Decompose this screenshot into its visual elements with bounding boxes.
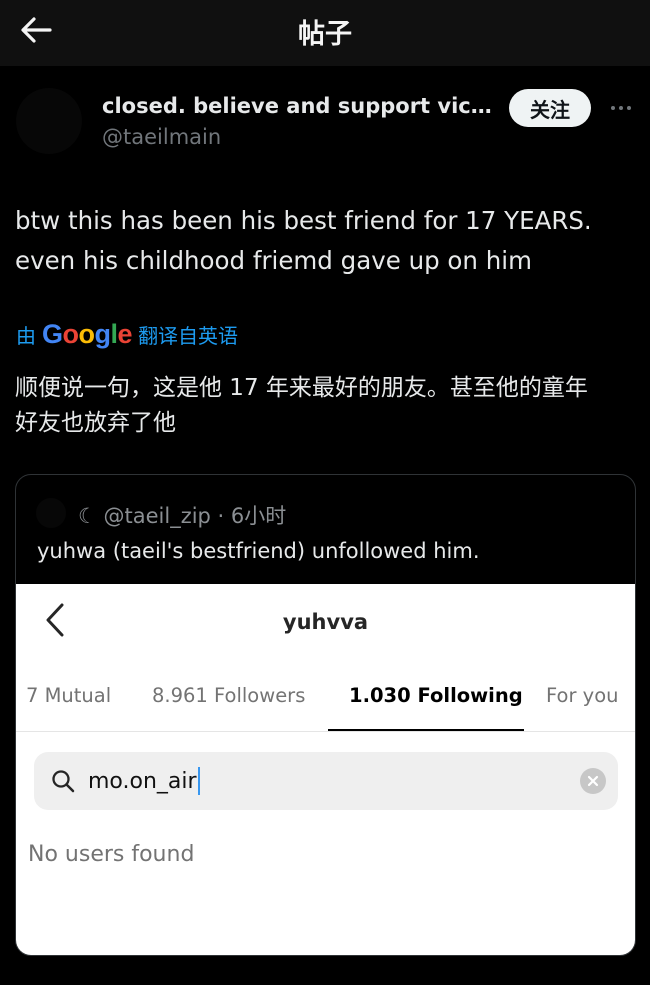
- translation-attribution[interactable]: 由 Google 翻译自英语: [16, 318, 238, 350]
- ig-tab-followers: 8.961 Followers: [152, 684, 306, 707]
- translated-text-line: 好友也放弃了他: [15, 410, 176, 436]
- translated-text-line: 顺便说一句，这是他 17 年来最好的朋友。甚至他的童年: [15, 375, 588, 401]
- text-caret: [197, 767, 200, 795]
- ig-tab-mutual: 7 Mutual: [26, 684, 112, 707]
- author-handle[interactable]: @taeilmain: [102, 125, 221, 149]
- quoted-avatar: [36, 498, 66, 528]
- x-icon: [587, 775, 599, 787]
- ig-tab-divider: [16, 731, 635, 732]
- ig-search-input: mo.on_air: [86, 759, 550, 803]
- translate-prefix: 由: [16, 323, 36, 348]
- page-title: 帖子: [298, 19, 352, 50]
- quoted-post-meta: ☾ @taeil_zip · 6小时: [78, 504, 287, 528]
- top-bar: 帖子: [0, 0, 650, 66]
- google-logo: Google: [42, 318, 133, 349]
- ig-username: yuhvva: [282, 610, 369, 634]
- ig-tab-for-you: For you: [546, 684, 619, 707]
- quoted-post-card[interactable]: ☾ @taeil_zip · 6小时 yuhwa (taeil's bestfr…: [15, 474, 636, 956]
- attached-image[interactable]: yuhvva 7 Mutual 8.961 Followers 1.030 Fo…: [16, 584, 635, 955]
- ig-tab-following: 1.030 Following: [349, 684, 523, 707]
- search-icon: [52, 770, 75, 793]
- post-text-line: even his childhood friemd gave up on him: [15, 246, 532, 275]
- ig-empty-message: No users found: [28, 842, 195, 867]
- translate-suffix: 翻译自英语: [138, 323, 239, 348]
- quoted-post-text: yuhwa (taeil's bestfriend) unfollowed hi…: [37, 539, 480, 563]
- more-dot: [619, 106, 623, 110]
- translated-text: 顺便说一句，这是他 17 年来最好的朋友。甚至他的童年 好友也放弃了他: [15, 371, 635, 441]
- follow-button[interactable]: 关注: [509, 89, 591, 127]
- avatar[interactable]: [16, 88, 82, 154]
- author-name[interactable]: closed. believe and support vict...: [102, 94, 497, 118]
- ig-search-value: mo.on_air: [88, 768, 197, 794]
- post-text: btw this has been his best friend for 17…: [15, 201, 630, 281]
- post-text-line: btw this has been his best friend for 17…: [15, 206, 592, 235]
- ig-search-bar: mo.on_air: [34, 752, 618, 810]
- more-options-button[interactable]: [606, 96, 636, 120]
- more-horizontal-icon: [611, 106, 615, 110]
- clear-icon: [580, 768, 606, 794]
- more-dot: [627, 106, 631, 110]
